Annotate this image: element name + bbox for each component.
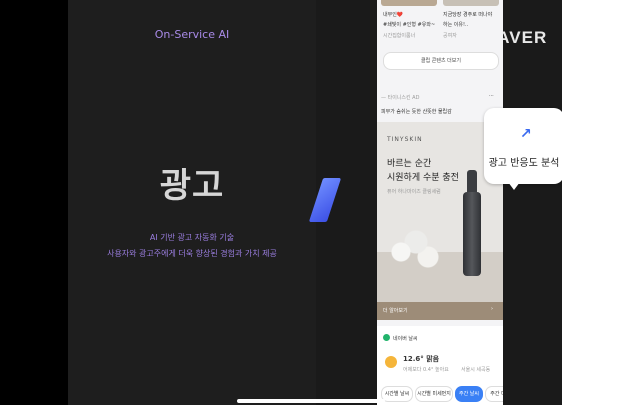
weather-logo-icon: [383, 334, 390, 341]
bubble-label: 광고 반응도 분석: [488, 158, 560, 169]
weather-detail: 어제보다 0.4° 높아요: [403, 367, 449, 373]
ad-headline-2: 시원하게 수분 충전: [387, 173, 459, 183]
sun-icon: [385, 356, 397, 368]
bottle-cap-image: [467, 170, 477, 194]
clip-thumbnails: [381, 0, 499, 6]
right-margin: [562, 0, 619, 412]
section-tag: On-Service AI: [154, 28, 230, 41]
ad-analysis-bubble: ↗ 광고 반응도 분석: [484, 108, 564, 184]
phone-screen: 내부인❤️ #쇄빛이 #인형 #유와~ 시간집합이룸너 지금당장 경주로 떠나야…: [377, 0, 503, 412]
ad-link-bar[interactable]: 더 알아보기 ›: [377, 302, 503, 320]
weather-card: 네이버 날씨 12.6° 맑음 어제보다 0.4° 높아요 서울시 세곡동 시간…: [377, 326, 503, 412]
right-dark-area: [500, 0, 562, 405]
ad-headline-1: 바르는 순간: [387, 159, 432, 169]
clip-title[interactable]: 내부인❤️: [383, 11, 403, 18]
ad-caption: 피부가 숨쉬는 듯한 산뜻한 물립감: [381, 109, 452, 115]
weather-section-title[interactable]: 네이버 날씨: [393, 335, 418, 342]
chip-hourly-weather[interactable]: 시간별 날씨: [381, 386, 413, 402]
clip-thumbnail[interactable]: [443, 0, 499, 6]
section-description-2: 사용자와 광고주에게 더욱 향상된 경험과 가치 제공: [107, 249, 277, 258]
section-description-1: AI 기반 광고 자동화 기술: [149, 233, 235, 242]
bubble-tail: [508, 182, 520, 190]
weather-location[interactable]: 서울시 세곡동: [461, 366, 490, 373]
clip-meta: 시간집합이룸너: [383, 33, 416, 39]
bottle-image: [463, 192, 481, 276]
clip-meta: 공여자: [443, 33, 457, 39]
chip-weekly-more[interactable]: 주간 미: [485, 386, 503, 402]
clip-title[interactable]: 지금당장 경주로 떠나야: [443, 11, 492, 18]
video-frame: On-Service AI 광고 AI 기반 광고 자동화 기술 사용자와 광고…: [0, 0, 619, 412]
chip-weekly-weather[interactable]: 주간 날씨: [455, 386, 483, 402]
chip-hourly-dust[interactable]: 시간별 미세먼지: [415, 386, 453, 402]
ad-link-label: 더 알아보기: [383, 308, 408, 314]
weather-temperature: 12.6° 맑음: [403, 355, 440, 363]
clip-thumbnail[interactable]: [381, 0, 437, 6]
clip-subtitle: 하는 이유!..: [443, 22, 469, 28]
section-title: 광고: [159, 166, 225, 206]
more-clips-button[interactable]: 클립 콘텐츠 더보기: [383, 52, 499, 70]
clip-subtitle: #쇄빛이 #인형 #유와~: [383, 22, 436, 28]
chevron-right-icon: ›: [491, 306, 493, 312]
ad-brand: TINYSKIN: [387, 136, 423, 143]
stones-image: [383, 222, 443, 272]
trend-up-icon: ↗: [520, 126, 532, 142]
home-indicator[interactable]: [237, 399, 385, 403]
left-letterbox: [0, 0, 68, 405]
ad-more-icon[interactable]: ···: [489, 93, 494, 99]
ad-source[interactable]: — 타이니스킨 AD: [381, 94, 419, 101]
ad-product-name: 퓨어 하나마이즈 클링세럼: [387, 189, 441, 195]
